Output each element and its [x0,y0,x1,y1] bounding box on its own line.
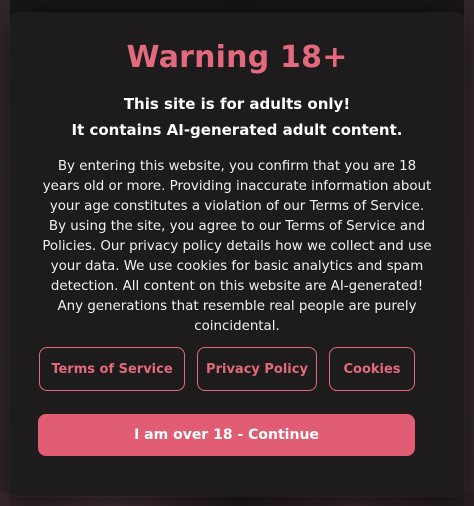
subtitle-line-2: It contains AI-generated adult content. [71,121,403,139]
background-image-left [0,0,10,506]
modal-body-text: By entering this website, you confirm th… [42,159,432,334]
modal-title: Warning 18+ [126,40,348,75]
continue-button[interactable]: I am over 18 - Continue [38,414,415,456]
modal-subtitle: This site is for adults only! It contain… [34,91,440,143]
subtitle-line-1: This site is for adults only! [123,95,351,113]
cookies-button[interactable]: Cookies [329,347,415,391]
terms-of-service-button[interactable]: Terms of Service [39,347,185,391]
background-image-right [464,0,474,506]
policy-links: Terms of Service Privacy Policy Cookies [39,347,415,391]
privacy-policy-button[interactable]: Privacy Policy [197,347,317,391]
